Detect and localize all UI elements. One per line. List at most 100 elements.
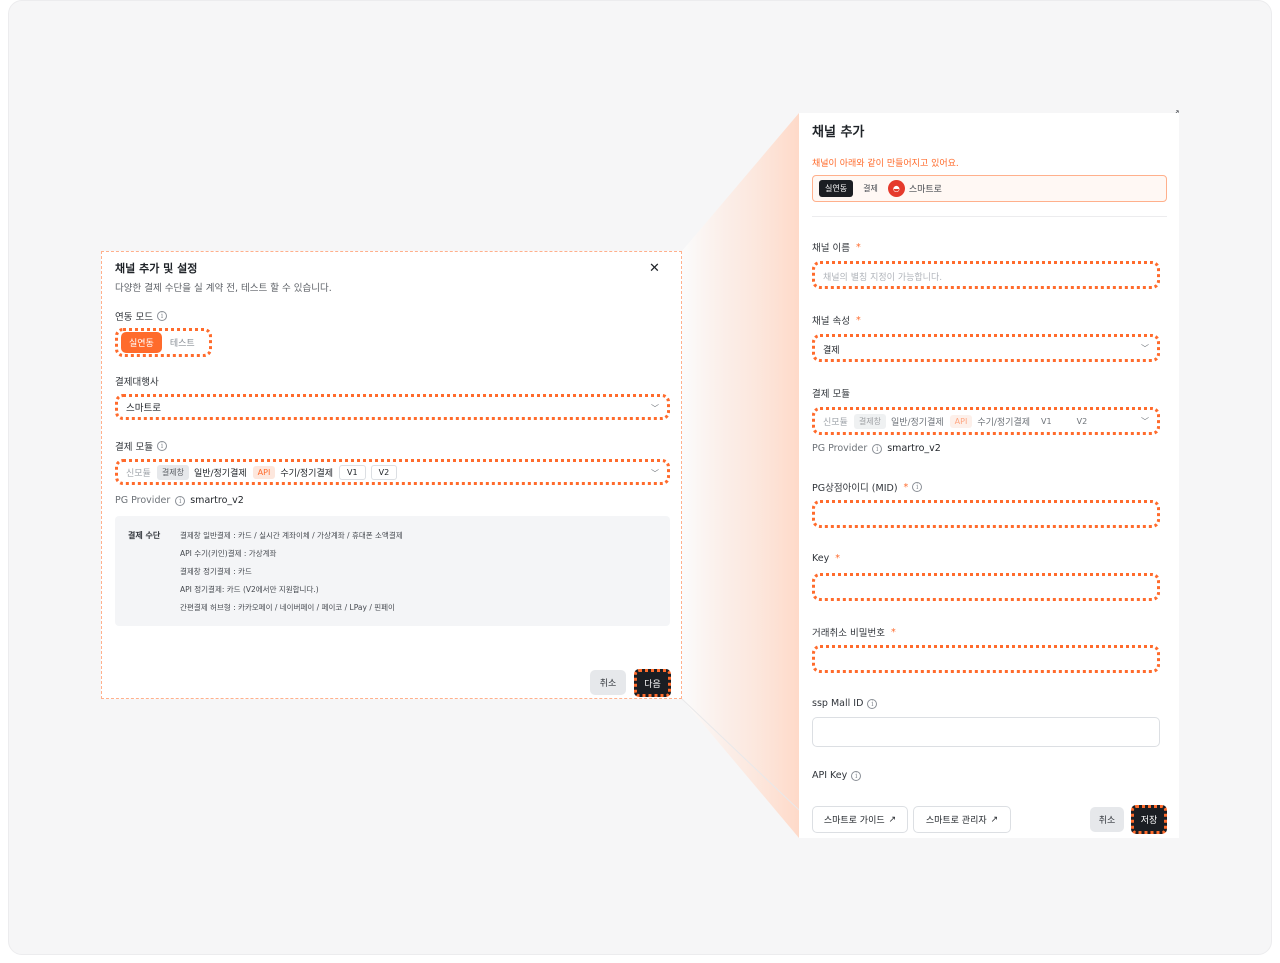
modal-subtitle: 다양한 결제 수단을 실 계약 전, 테스트 할 수 있습니다.	[115, 283, 332, 294]
smartro-logo-icon: ◓	[887, 180, 905, 197]
module-chip-v2: V2	[1076, 416, 1088, 426]
module-chip-window: 결제창	[156, 464, 189, 480]
module-chip-api: API	[252, 465, 276, 479]
preview-provider: 스마트로	[908, 185, 942, 195]
key-label: Key	[812, 553, 830, 564]
required-mark: *	[835, 553, 840, 564]
channel-setup-modal: 채널 추가 및 설정 ✕ 다양한 결제 수단을 실 계약 전, 테스트 할 수 …	[101, 251, 682, 699]
chevron-down-icon: ﹀	[651, 404, 659, 413]
pg-agency-value: 스마트로	[126, 403, 161, 414]
channel-attr-label-row: 채널 속성 *	[812, 313, 861, 328]
required-mark: *	[855, 314, 861, 326]
info-icon[interactable]: i	[156, 441, 167, 451]
channel-attr-select[interactable]: 결제 ﹀	[812, 334, 1160, 362]
smartro-admin-button[interactable]: 스마트로 관리자 ↗	[913, 806, 1011, 833]
module-manual: 수기/정기결제	[280, 468, 334, 479]
module-chip-api: API	[949, 414, 973, 428]
method-line: 간편결제 허브형 : 카카오페이 / 네이버페이 / 페이코 / LPay / …	[180, 603, 395, 612]
mid-label-row: PG상점아이디 (MID) * i	[812, 480, 923, 494]
method-line: API 정기결제: 카드 (V2에서만 지원합니다.)	[180, 585, 319, 594]
info-icon[interactable]: i	[867, 698, 878, 709]
mode-test-button[interactable]: 테스트	[168, 332, 197, 353]
ssp-mall-id-input[interactable]	[812, 717, 1160, 747]
module-manual: 수기/정기결제	[977, 417, 1031, 428]
info-icon[interactable]: i	[872, 443, 883, 454]
module-new: 신모듈	[126, 468, 151, 479]
mode-label: 연동 모드	[115, 312, 153, 323]
mid-input[interactable]	[812, 500, 1160, 528]
info-icon[interactable]: i	[912, 482, 923, 492]
channel-name-input[interactable]: 채널의 별칭 지정이 가능합니다.	[812, 261, 1160, 289]
channel-name-label-row: 채널 이름 *	[812, 240, 861, 255]
module-normal: 일반/정기결제	[890, 417, 944, 428]
key-label-row: Key *	[812, 553, 840, 564]
panel-title: 채널 추가	[812, 125, 865, 140]
module-label: 결제 모듈	[812, 389, 850, 400]
module-label-row: 결제 모듈 i	[115, 439, 167, 453]
modal-title: 채널 추가 및 설정	[115, 262, 198, 275]
method-line: 결제창 정기결제 : 카드	[180, 567, 252, 576]
info-icon[interactable]: i	[851, 770, 862, 781]
admin-label: 스마트로 관리자	[925, 816, 987, 826]
method-line: API 수기(키인)결제 : 가상계좌	[180, 549, 277, 558]
module-select[interactable]: 신모듈 결제창 일반/정기결제 API 수기/정기결제 V1 V2 ﹀	[115, 459, 670, 485]
method-line: 결제창 일반결제 : 카드 / 실시간 계좌이체 / 가상계좌 / 휴대폰 소액…	[180, 531, 403, 540]
ssp-label: ssp Mall ID	[812, 698, 864, 709]
save-button[interactable]: 저장	[1131, 805, 1167, 834]
preview-type: 결제	[863, 184, 878, 193]
mode-live-button[interactable]: 실연동	[121, 332, 162, 353]
pg-provider-row: PG Provider i smartro_v2	[115, 495, 244, 506]
module-select[interactable]: 신모듈 결제창 일반/정기결제 API 수기/정기결제 V1 V2 ﹀	[812, 407, 1160, 435]
info-icon[interactable]: i	[156, 311, 167, 321]
external-link-icon: ↗	[990, 814, 999, 825]
preview-mode-badge: 실연동	[819, 180, 854, 197]
chevron-down-icon: ﹀	[1141, 417, 1149, 426]
chevron-down-icon: ﹀	[1141, 344, 1149, 353]
module-normal: 일반/정기결제	[193, 468, 247, 479]
chevron-down-icon: ﹀	[651, 469, 659, 478]
cancel-button[interactable]: 취소	[590, 670, 626, 695]
module-chip-window: 결제창	[853, 413, 886, 429]
pg-provider-label: PG Provider	[812, 443, 868, 454]
mid-label: PG상점아이디 (MID)	[812, 483, 898, 494]
module-label: 결제 모듈	[115, 442, 153, 453]
module-chip-v1: V1	[339, 464, 366, 480]
divider	[812, 216, 1167, 217]
channel-add-panel: 채널 추가 채널이 아래와 같이 만들어지고 있어요. 실연동 결제 ◓ 스마트…	[799, 113, 1179, 838]
channel-name-placeholder: 채널의 별칭 지정이 가능합니다.	[823, 273, 943, 283]
cancel-pw-label: 거래취소 비밀번호	[812, 628, 885, 639]
channel-preview: 실연동 결제 ◓ 스마트로	[812, 175, 1167, 202]
external-link-icon: ↗	[888, 814, 897, 825]
channel-attr-value: 결제	[823, 346, 840, 356]
module-chip-v1: V1	[1041, 416, 1052, 426]
channel-attr-label: 채널 속성	[812, 316, 850, 327]
api-key-label: API Key	[812, 770, 848, 781]
key-input[interactable]	[812, 573, 1160, 601]
methods-heading: 결제 수단	[128, 531, 161, 540]
mode-label-row: 연동 모드 i	[115, 309, 167, 323]
payment-methods-box: 결제 수단 결제창 일반결제 : 카드 / 실시간 계좌이체 / 가상계좌 / …	[115, 516, 670, 626]
pg-provider-value: smartro_v2	[190, 495, 244, 506]
module-chip-v2: V2	[370, 464, 398, 480]
pg-provider-value: smartro_v2	[887, 443, 941, 454]
close-icon[interactable]: ✕	[649, 261, 660, 276]
smartro-guide-button[interactable]: 스마트로 가이드 ↗	[812, 806, 908, 833]
panel-notice: 채널이 아래와 같이 만들어지고 있어요.	[812, 159, 959, 169]
required-mark: *	[903, 481, 909, 493]
pg-provider-label: PG Provider	[115, 495, 171, 506]
required-mark: *	[890, 626, 896, 638]
guide-label: 스마트로 가이드	[823, 816, 885, 826]
api-key-label-row: API Key i	[812, 770, 862, 781]
cancel-password-input[interactable]	[812, 645, 1160, 673]
required-mark: *	[855, 241, 861, 253]
ssp-label-row: ssp Mall ID i	[812, 698, 878, 709]
pg-agency-select[interactable]: 스마트로 ﹀	[115, 394, 670, 420]
channel-name-label: 채널 이름	[812, 243, 850, 254]
pg-agency-label: 결제대행사	[115, 377, 159, 388]
module-new: 신모듈	[823, 417, 848, 428]
cancel-button[interactable]: 취소	[1090, 807, 1124, 832]
cancel-pw-label-row: 거래취소 비밀번호 *	[812, 625, 896, 640]
info-icon[interactable]: i	[175, 495, 186, 506]
next-button[interactable]: 다음	[634, 669, 671, 697]
mode-toggle: 실연동 테스트	[115, 328, 212, 357]
